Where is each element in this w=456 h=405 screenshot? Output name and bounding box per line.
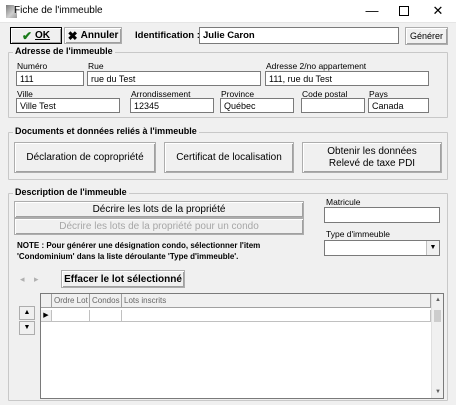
maximize-button[interactable] [387, 0, 421, 23]
declaration-copropriete-button[interactable]: Déclaration de copropriété [14, 142, 156, 173]
ville-field[interactable]: Ville Test [16, 98, 120, 113]
table-cell[interactable] [52, 310, 90, 322]
code-postal-field[interactable] [301, 98, 365, 113]
table-cell[interactable] [122, 310, 431, 322]
title-bar: Fiche de l'immeuble — ✕ [0, 0, 456, 23]
close-button[interactable]: ✕ [421, 0, 455, 23]
scroll-up-icon[interactable]: ▲ [432, 294, 444, 306]
releve-taxe-line2: Relevé de taxe PDI [328, 157, 416, 169]
generate-button[interactable]: Générer [405, 27, 448, 45]
ok-button[interactable]: ✔ OK [10, 27, 62, 44]
decrire-lots-condo-button[interactable]: Décrire les lots de la propriété pour un… [14, 218, 304, 235]
adresse2-label: Adresse 2/no appartement [266, 61, 367, 71]
releve-taxe-line1: Obtenir les données [327, 145, 417, 157]
column-header-condos[interactable]: Condos [90, 294, 122, 308]
decrire-lots-button[interactable]: Décrire les lots de la propriété [14, 201, 304, 218]
identification-label: Identification : [135, 30, 200, 41]
grid-corner [41, 294, 52, 308]
effacer-lot-button[interactable]: Effacer le lot sélectionné [61, 270, 185, 288]
rue-field[interactable]: rue du Test [87, 71, 261, 86]
identification-field[interactable]: Julie Caron [199, 27, 399, 44]
arrow-right-icon: ▸ [34, 274, 39, 284]
move-up-button[interactable]: ▲ [19, 306, 35, 320]
column-header-lots-inscrits[interactable]: Lots inscrits [122, 294, 431, 308]
rue-label: Rue [88, 61, 104, 71]
scroll-down-icon[interactable]: ▼ [432, 386, 444, 398]
minimize-button[interactable]: — [355, 0, 389, 23]
close-icon: ✖ [67, 28, 78, 43]
type-immeuble-label: Type d'immeuble [326, 229, 390, 239]
adresse2-field[interactable]: 111, rue du Test [265, 71, 429, 86]
numero-label: Numéro [17, 61, 48, 71]
description-section-title: Description de l'immeuble [13, 187, 129, 197]
check-icon: ✔ [21, 28, 33, 43]
matricule-field[interactable] [324, 207, 440, 223]
arrow-left-icon: ◂ [20, 274, 25, 284]
chevron-down-icon: ▼ [426, 241, 439, 255]
move-down-button[interactable]: ▼ [19, 321, 35, 335]
row-indicator-icon: ▶ [41, 310, 52, 322]
lots-grid[interactable]: Ordre Lot Condos Lots inscrits ▶ ▲ ▼ [40, 293, 444, 399]
column-header-ordre-lot[interactable]: Ordre Lot [52, 294, 90, 308]
province-field[interactable]: Québec [220, 98, 294, 113]
note-text: NOTE : Pour générer une désignation cond… [17, 241, 261, 261]
arrow-down-icon: ▼ [23, 324, 31, 331]
pays-field[interactable]: Canada [368, 98, 429, 113]
type-immeuble-select[interactable]: ▼ [324, 240, 440, 256]
maximize-icon [399, 6, 409, 16]
arrondissement-field[interactable]: 12345 [130, 98, 214, 113]
certificat-localisation-button[interactable]: Certificat de localisation [164, 142, 294, 173]
releve-taxe-button[interactable]: Obtenir les données Relevé de taxe PDI [302, 142, 442, 173]
cancel-button[interactable]: ✖ Annuler [64, 27, 122, 44]
matricule-label: Matricule [326, 197, 361, 207]
numero-field[interactable]: 111 [16, 71, 84, 86]
scroll-thumb[interactable] [434, 310, 441, 322]
table-cell[interactable] [90, 310, 122, 322]
arrow-up-icon: ▲ [23, 309, 31, 316]
window-title: Fiche de l'immeuble [14, 5, 103, 16]
documents-section-title: Documents et données reliés à l'immeuble [13, 126, 199, 136]
address-section-title: Adresse de l'immeuble [13, 46, 115, 56]
grid-vertical-scrollbar[interactable]: ▲ ▼ [431, 294, 443, 398]
